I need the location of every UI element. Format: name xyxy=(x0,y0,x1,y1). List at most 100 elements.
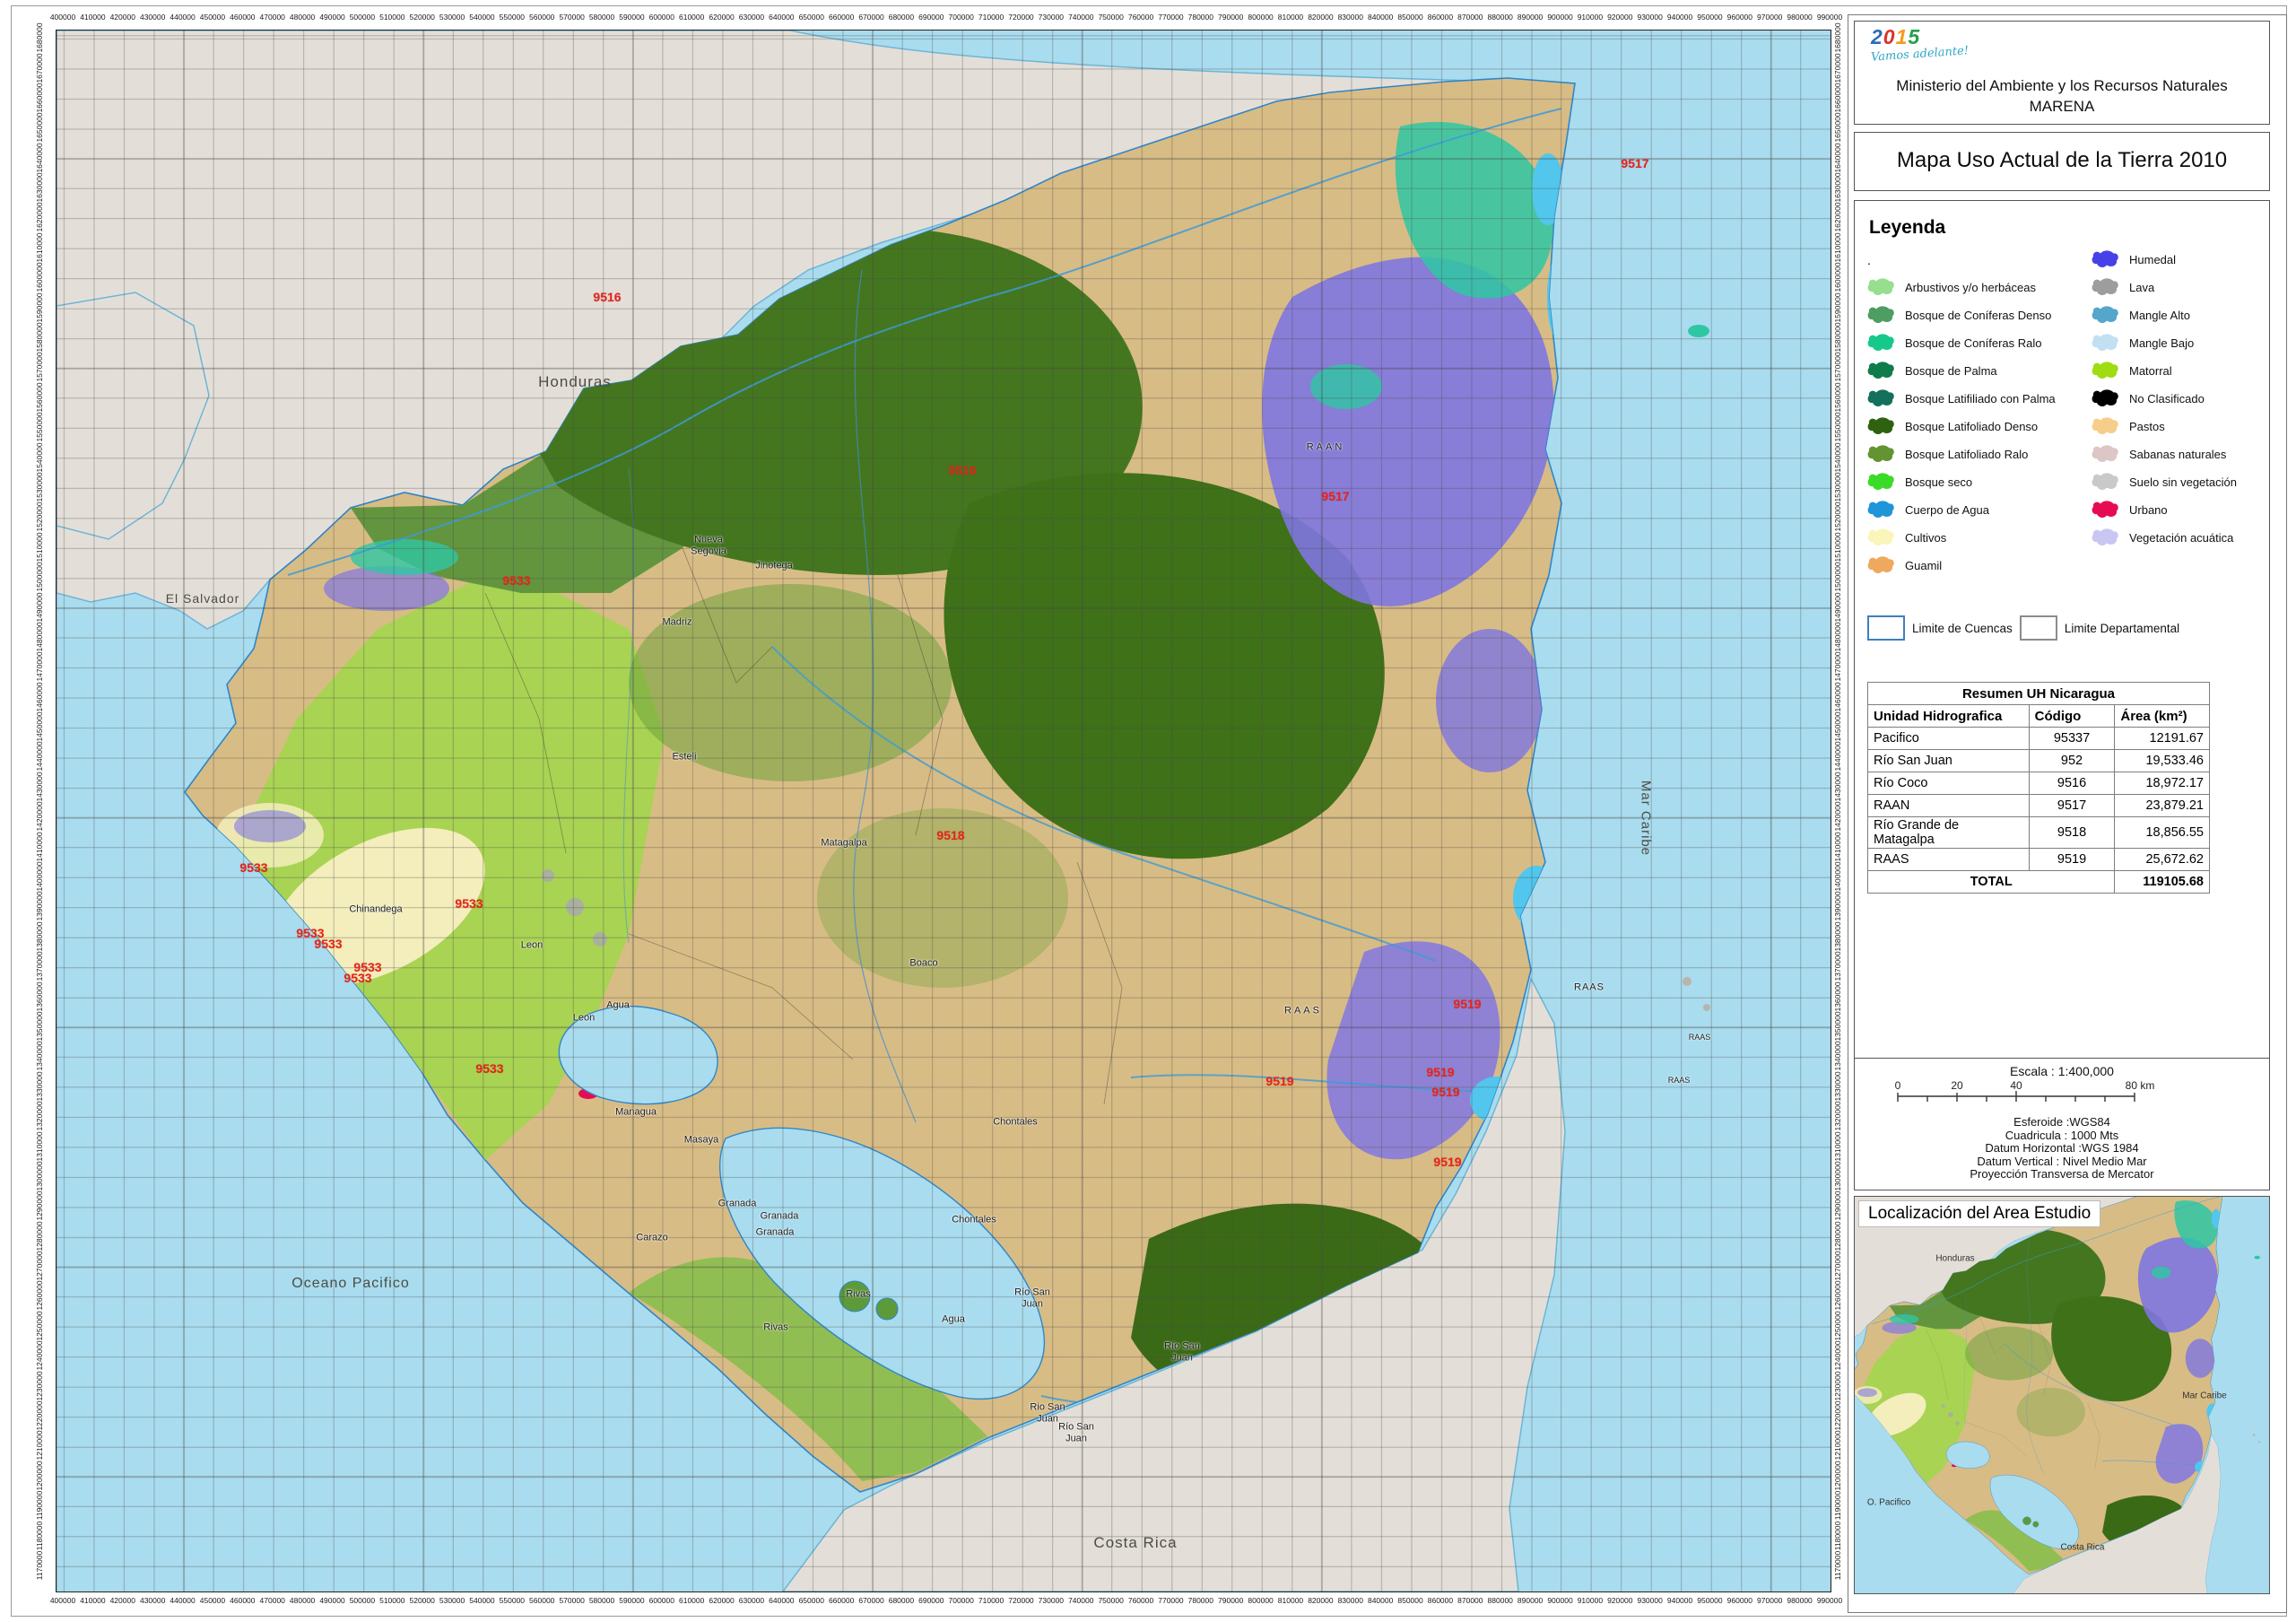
tick-label: 610000 xyxy=(679,1596,705,1605)
projection-note-line: Proyección Transversa de Mercator xyxy=(1970,1167,2154,1181)
tick-label: 920000 xyxy=(1607,1596,1633,1605)
legend-swatch-icon xyxy=(1867,278,1894,296)
tick-label: 1670000 xyxy=(1833,52,1842,83)
locator-label: Honduras xyxy=(1935,1253,1975,1264)
table-row: Pacifico 95337 12191.67 xyxy=(1867,727,2210,750)
tick-label: 1410000 xyxy=(35,832,44,862)
ometepe-island-2 xyxy=(875,1297,899,1321)
tick-label: 1460000 xyxy=(35,682,44,712)
tick-label: 960000 xyxy=(1726,1596,1753,1605)
scale-bar-label: 20 xyxy=(1951,1079,1963,1092)
legend-item-label: Mangle Alto xyxy=(2129,309,2190,322)
tick-label: 1230000 xyxy=(1833,1371,1842,1401)
legend-item: Suelo sin vegetación xyxy=(2092,468,2237,496)
tick-label: 650000 xyxy=(798,13,824,22)
tick-label: 1490000 xyxy=(35,591,44,623)
tick-label: 1430000 xyxy=(35,772,44,802)
legend-swatch-icon xyxy=(1867,445,1894,463)
tick-label: 820000 xyxy=(1308,13,1334,22)
tick-label: 410000 xyxy=(80,1596,106,1605)
tick-label: 1470000 xyxy=(1833,651,1842,682)
limit-swatch xyxy=(2019,615,2057,641)
tick-label: 910000 xyxy=(1577,13,1604,22)
legend-item-label: Sabanas naturales xyxy=(2129,448,2227,461)
table-title: Resumen UH Nicaragua xyxy=(1867,682,2210,705)
tick-label: 1500000 xyxy=(35,562,44,592)
tick-label: 1560000 xyxy=(1833,382,1842,413)
legend-item: Bosque Latifiliado con Palma xyxy=(1867,385,2056,413)
tick-label: 1360000 xyxy=(1833,981,1842,1012)
tick-label: 1280000 xyxy=(1833,1221,1842,1251)
tick-label: 1350000 xyxy=(1833,1011,1842,1042)
legend-swatch-icon xyxy=(1867,334,1894,352)
legend-title: Leyenda xyxy=(1869,217,1946,238)
tick-label: 420000 xyxy=(109,1596,135,1605)
tick-label: 440000 xyxy=(170,1596,196,1605)
tick-label: 730000 xyxy=(1038,13,1065,22)
tick-label: 450000 xyxy=(199,1596,226,1605)
legend-item: Sabanas naturales xyxy=(2092,440,2237,468)
tick-label: 560000 xyxy=(529,1596,555,1605)
tick-label: 1290000 xyxy=(1833,1190,1842,1221)
legend-item: Bosque Latifoliado Ralo xyxy=(1867,440,2056,468)
tick-label: 1260000 xyxy=(35,1280,44,1312)
tick-label: 1650000 xyxy=(35,112,44,143)
tick-label: 790000 xyxy=(1218,13,1244,22)
tick-label: 1350000 xyxy=(35,1011,44,1042)
tick-label: 890000 xyxy=(1517,13,1544,22)
projection-note-line: Esferoide :WGS84 xyxy=(2013,1115,2110,1129)
tick-label: 580000 xyxy=(588,13,615,22)
map-title: Mapa Uso Actual de la Tierra 2010 xyxy=(1896,148,2228,172)
tick-label: 600000 xyxy=(648,1596,674,1605)
header-box: 2015 Vamos adelante! Ministerio del Ambi… xyxy=(1854,21,2270,125)
legend-item: Humedal xyxy=(2092,246,2237,274)
tick-label: 1220000 xyxy=(1833,1400,1842,1431)
cell-area: 23,879.21 xyxy=(2114,794,2210,817)
legend-item-label: Matorral xyxy=(2129,364,2172,378)
total-label: TOTAL xyxy=(1866,870,2116,894)
cell-unidad: Río Grande de Matagalpa xyxy=(1867,816,2030,849)
tick-label: 1420000 xyxy=(1833,801,1842,832)
legend-swatch-icon xyxy=(1867,473,1894,491)
legend-swatch-icon xyxy=(1867,362,1894,379)
tick-label: 760000 xyxy=(1127,1596,1154,1605)
tick-label: 660000 xyxy=(828,13,855,22)
scale-bar-label: 0 xyxy=(1895,1079,1901,1092)
tick-label: 1630000 xyxy=(35,172,44,203)
tick-label: 770000 xyxy=(1158,13,1184,22)
tick-label: 570000 xyxy=(559,1596,585,1605)
tick-label: 1590000 xyxy=(35,292,44,323)
col-codigo: Código xyxy=(2028,704,2116,728)
tick-label: 1210000 xyxy=(35,1430,44,1461)
tick-label: 800000 xyxy=(1248,13,1274,22)
tick-label: 1680000 xyxy=(1833,22,1842,53)
tick-label: 1620000 xyxy=(1833,202,1842,232)
tick-label: 1310000 xyxy=(35,1130,44,1162)
tick-label: 780000 xyxy=(1187,13,1213,22)
legend-item-label: Bosque Latifoliado Ralo xyxy=(1905,448,2029,461)
legend-swatch-icon xyxy=(1867,417,1894,435)
tick-label: 1450000 xyxy=(35,711,44,742)
cell-codigo: 9519 xyxy=(2028,848,2116,871)
table-row: RAAS 9519 25,672.62 xyxy=(1867,848,2210,871)
legend-item: Lava xyxy=(2092,274,2237,301)
legend-swatch-icon xyxy=(1867,389,1894,407)
tick-label: 710000 xyxy=(978,13,1004,22)
total-value: 119105.68 xyxy=(2114,870,2210,894)
tick-label: 670000 xyxy=(858,1596,884,1605)
tick-label: 1200000 xyxy=(35,1461,44,1491)
tick-label: 1260000 xyxy=(1833,1280,1842,1312)
scale-box: Escala : 1:400,000 0 20 40 80 km Esferoide … xyxy=(1854,1058,2270,1190)
cell-codigo: 9518 xyxy=(2028,816,2116,849)
tick-label: 790000 xyxy=(1218,1596,1244,1605)
tick-label: 1190000 xyxy=(35,1490,44,1521)
legend-item: Bosque de Coníferas Denso xyxy=(1867,301,2056,329)
scale-bar-label: 40 xyxy=(2010,1079,2022,1092)
tick-label: 820000 xyxy=(1308,1596,1334,1605)
tick-label: 470000 xyxy=(259,1596,285,1605)
legend-item: Matorral xyxy=(2092,357,2237,385)
tick-label: 610000 xyxy=(679,13,705,22)
legend-item: Cuerpo de Agua xyxy=(1867,496,2056,524)
tick-label: 1540000 xyxy=(1833,442,1842,473)
legend-item: Mangle Bajo xyxy=(2092,329,2237,357)
